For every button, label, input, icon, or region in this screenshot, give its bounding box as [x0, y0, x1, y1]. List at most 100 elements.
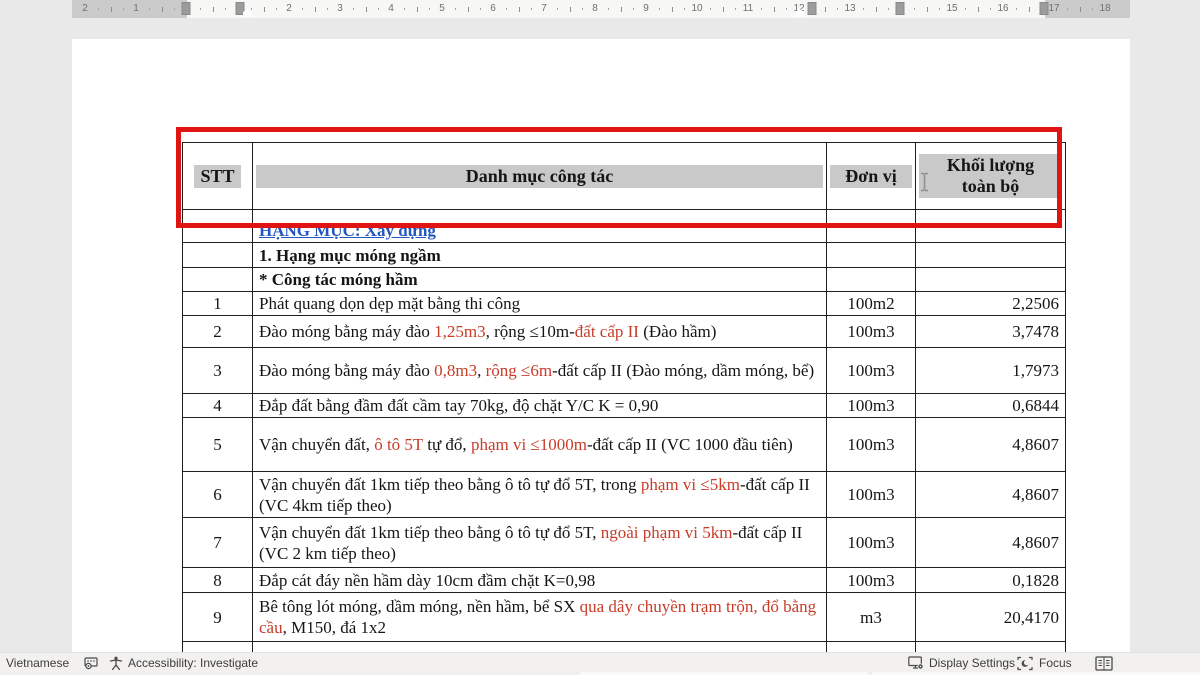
ruler-number: 4 [388, 3, 394, 14]
cell-desc[interactable]: Đắp đất bằng đầm đất cầm tay 70kg, độ ch… [253, 394, 827, 418]
cell-stt[interactable] [183, 210, 253, 243]
cell-unit[interactable]: 100m3 [827, 472, 916, 518]
ruler-number: 7 [541, 3, 547, 14]
table-row: 2Đào móng bằng máy đào 1,25m3, rộng ≤10m… [183, 316, 1066, 348]
cell-desc[interactable]: Phát quang dọn dẹp mặt bằng thi công [253, 292, 827, 316]
header-cell-unit[interactable]: Đơn vị [827, 143, 916, 210]
header-cell-desc[interactable]: Danh mục công tác [253, 143, 827, 210]
cell-desc[interactable]: Đào móng bằng máy đào 0,8m3, rộng ≤6m-đấ… [253, 348, 827, 394]
horizontal-ruler[interactable]: 21234567891011121315161718 [0, 0, 1200, 18]
ruler-text-area [187, 0, 1045, 18]
desc-run-red: phạm vi ≤1000m [471, 435, 587, 454]
cell-desc[interactable]: Đắp cát đáy nền hầm dày 10cm đầm chặt K=… [253, 568, 827, 593]
desc-run: Vận chuyển đất 1km tiếp theo bằng ô tô t… [259, 475, 641, 494]
table-row: 1 Phát quang dọn dẹp mặt bằng thi công 100… [183, 292, 1066, 316]
focus-mode-button[interactable]: Focus [1039, 653, 1072, 673]
cell-unit[interactable] [827, 243, 916, 268]
cell-desc[interactable]: Vận chuyển đất 1km tiếp theo bằng ô tô t… [253, 518, 827, 568]
status-bar: Vietnamese Accessibility: Investigate [0, 652, 1200, 673]
cell-stt[interactable]: 7 [183, 518, 253, 568]
desc-run: -đất cấp II (VC 1000 đầu tiên) [587, 435, 793, 454]
cell-qty[interactable]: 3,7478 [916, 316, 1066, 348]
cell-desc[interactable]: 1. Hạng mục móng ngầm [253, 243, 827, 268]
cell-desc[interactable]: * Công tác móng hầm [253, 268, 827, 292]
cell-stt[interactable]: 3 [183, 348, 253, 394]
table-row: 1. Hạng mục móng ngầm [183, 243, 1066, 268]
cell-stt[interactable]: 4 [183, 394, 253, 418]
cell-qty[interactable]: 0,1828 [916, 568, 1066, 593]
table-row: 5Vận chuyển đất, ô tô 5T tự đổ, phạm vi … [183, 418, 1066, 472]
desc-run-red: 0,8m3 [434, 361, 477, 380]
cell-unit[interactable]: 100m3 [827, 418, 916, 472]
desc-run: Vận chuyển đất 1km tiếp theo bằng ô tô t… [259, 523, 601, 542]
cell-stt[interactable] [183, 268, 253, 292]
cell-desc[interactable]: HẠNG MỤC: Xây dựng [253, 210, 827, 243]
desc-run: Phát quang dọn dẹp mặt bằng thi công [259, 294, 520, 313]
table-column-marker[interactable] [896, 2, 905, 15]
selection-highlight: Danh mục công tác [256, 165, 823, 188]
cell-unit[interactable]: 100m3 [827, 316, 916, 348]
cell-qty[interactable] [916, 243, 1066, 268]
cell-qty[interactable]: 20,4170 [916, 593, 1066, 642]
desc-run: , M150, đá 1x2 [283, 618, 386, 637]
desc-run: -đất cấp II (Đào móng, dầm móng, bể) [552, 361, 814, 380]
cell-stt[interactable]: 1 [183, 292, 253, 316]
selection-highlight: Khối lượngtoàn bộ [919, 154, 1062, 198]
cell-unit[interactable]: 100m3 [827, 348, 916, 394]
cell-unit[interactable]: 100m3 [827, 518, 916, 568]
table-header-row: STT Danh mục công tác Đơn vị Khối lượngt… [183, 143, 1066, 210]
header-cell-qty[interactable]: Khối lượngtoàn bộ [916, 143, 1066, 210]
desc-run-red: đất cấp II [575, 322, 639, 341]
ruler-number: 2 [82, 3, 88, 14]
cell-unit[interactable]: 100m3 [827, 568, 916, 593]
header-cell-stt[interactable]: STT [183, 143, 253, 210]
cell-desc[interactable]: Vận chuyển đất, ô tô 5T tự đổ, phạm vi ≤… [253, 418, 827, 472]
cell-desc[interactable]: Vận chuyển đất 1km tiếp theo bằng ô tô t… [253, 472, 827, 518]
table-column-marker[interactable] [182, 2, 191, 15]
desc-run: Đắp đất bằng đầm đất cầm tay 70kg, độ ch… [259, 396, 658, 415]
cell-qty[interactable]: 4,8607 [916, 472, 1066, 518]
cell-stt[interactable]: 9 [183, 593, 253, 642]
cell-qty[interactable]: 2,2506 [916, 292, 1066, 316]
cell-desc[interactable]: Đào móng bằng máy đào 1,25m3, rộng ≤10m-… [253, 316, 827, 348]
cell-stt[interactable]: 8 [183, 568, 253, 593]
cell-stt[interactable] [183, 243, 253, 268]
cell-unit[interactable]: 100m2 [827, 292, 916, 316]
table-column-marker[interactable] [808, 2, 817, 15]
display-settings-button[interactable]: Display Settings [929, 653, 1015, 673]
cell-unit[interactable]: m3 [827, 593, 916, 642]
cell-qty[interactable]: 0,6844 [916, 394, 1066, 418]
desc-run-red: ô tô 5T [374, 435, 423, 454]
cell-qty[interactable]: 4,8607 [916, 518, 1066, 568]
table-row: 4 Đắp đất bằng đầm đất cầm tay 70kg, độ c… [183, 394, 1066, 418]
cell-qty[interactable] [916, 210, 1066, 243]
language-status[interactable]: Vietnamese [6, 653, 69, 673]
ruler-number: 2 [286, 3, 292, 14]
accessibility-status[interactable]: Accessibility: Investigate [128, 653, 258, 673]
desc-run: (Đào hầm) [639, 322, 716, 341]
desc-run: Đào móng bằng máy đào [259, 322, 434, 341]
desc-run: Đào móng bằng máy đào [259, 361, 434, 380]
ruler-number: 17 [1048, 3, 1059, 14]
cell-unit[interactable] [827, 210, 916, 243]
ruler-number: 15 [946, 3, 957, 14]
cell-qty[interactable]: 1,7973 [916, 348, 1066, 394]
desc-run: * Công tác móng hầm [259, 270, 418, 289]
cell-stt[interactable]: 2 [183, 316, 253, 348]
ruler-number: 6 [490, 3, 496, 14]
cell-stt[interactable]: 5 [183, 418, 253, 472]
table-column-marker[interactable] [1040, 2, 1049, 15]
desc-run: Vận chuyển đất, [259, 435, 374, 454]
proofing-status-icon[interactable] [84, 656, 98, 673]
ruler-number: 11 [743, 3, 753, 14]
cell-unit[interactable]: 100m3 [827, 394, 916, 418]
accessibility-icon[interactable] [109, 656, 123, 673]
desc-run-red: phạm vi ≤5km [641, 475, 740, 494]
cell-qty[interactable] [916, 268, 1066, 292]
cell-desc[interactable]: Bê tông lót móng, dầm móng, nền hầm, bể … [253, 593, 827, 642]
cell-unit[interactable] [827, 268, 916, 292]
desc-run: Đắp cát đáy nền hầm dày 10cm đầm chặt K=… [259, 571, 595, 590]
cell-stt[interactable]: 6 [183, 472, 253, 518]
cell-qty[interactable]: 4,8607 [916, 418, 1066, 472]
desc-run: 1. Hạng mục móng ngầm [259, 246, 441, 265]
